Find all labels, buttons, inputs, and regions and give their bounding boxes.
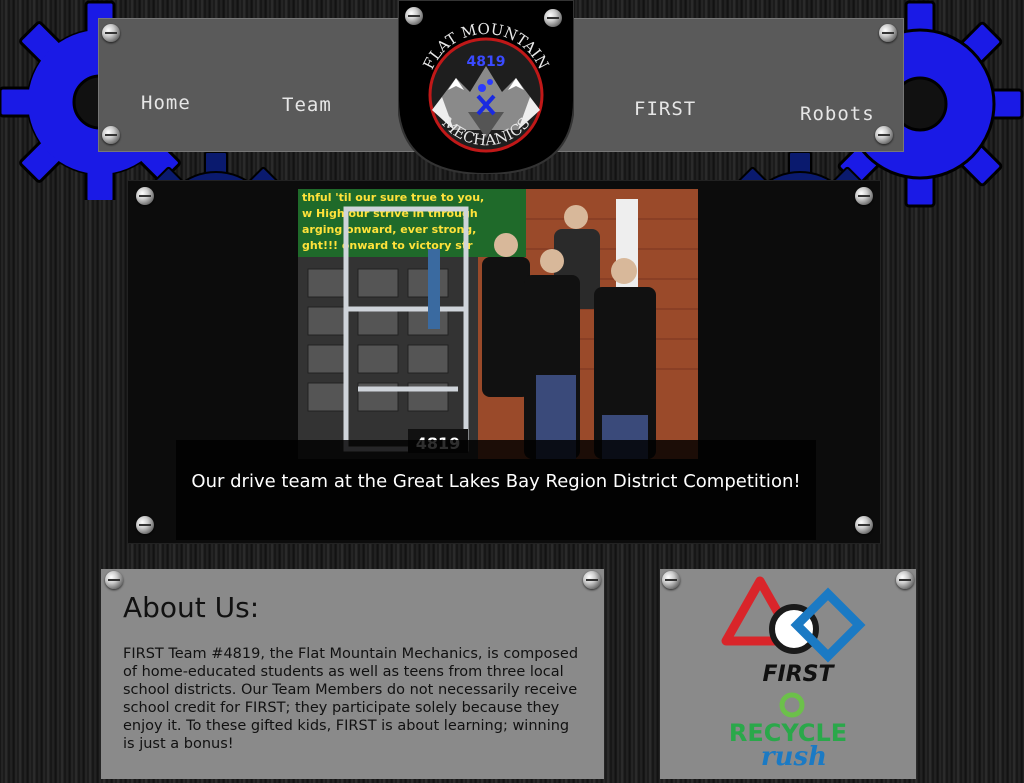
screw-icon bbox=[896, 571, 914, 589]
banner-line-4: ght!!! onward to victory str bbox=[302, 239, 473, 252]
screw-icon bbox=[136, 187, 154, 205]
screw-icon bbox=[102, 24, 120, 42]
nav-team-link[interactable]: Team bbox=[282, 94, 332, 116]
team-logo[interactable]: 4819 FLAT MOUNTAIN MECHANICS bbox=[397, 0, 575, 176]
first-logo-card[interactable]: FIRST RECYCLE rush bbox=[660, 569, 916, 779]
screw-icon bbox=[102, 126, 120, 144]
screw-icon bbox=[136, 516, 154, 534]
screw-icon bbox=[855, 187, 873, 205]
screw-icon bbox=[875, 126, 893, 144]
screw-icon bbox=[583, 571, 601, 589]
screw-icon bbox=[662, 571, 680, 589]
banner-line-3: arging onward, ever strong, bbox=[302, 223, 476, 236]
screw-icon bbox=[879, 24, 897, 42]
first-logo-text: FIRST bbox=[762, 662, 835, 687]
screw-icon bbox=[405, 7, 423, 25]
nav-robots-link[interactable]: Robots bbox=[800, 103, 875, 125]
about-body: FIRST Team #4819, the Flat Mountain Mech… bbox=[123, 646, 579, 752]
banner-line-1: thful 'til our sure true to you, bbox=[302, 191, 484, 204]
nav-first-link[interactable]: FIRST bbox=[634, 98, 696, 120]
slider-photo[interactable]: thful 'til our sure true to you, w High … bbox=[298, 189, 698, 459]
logo-number: 4819 bbox=[467, 54, 506, 70]
slider-caption-box: Our drive team at the Great Lakes Bay Re… bbox=[176, 440, 816, 540]
screw-icon bbox=[105, 571, 123, 589]
nav-home-link[interactable]: Home bbox=[141, 92, 191, 114]
slider-caption: Our drive team at the Great Lakes Bay Re… bbox=[191, 471, 801, 492]
screw-icon bbox=[544, 9, 562, 27]
about-card: About Us: FIRST Team #4819, the Flat Mou… bbox=[101, 569, 604, 779]
about-heading: About Us: bbox=[123, 591, 260, 624]
screw-icon bbox=[855, 516, 873, 534]
